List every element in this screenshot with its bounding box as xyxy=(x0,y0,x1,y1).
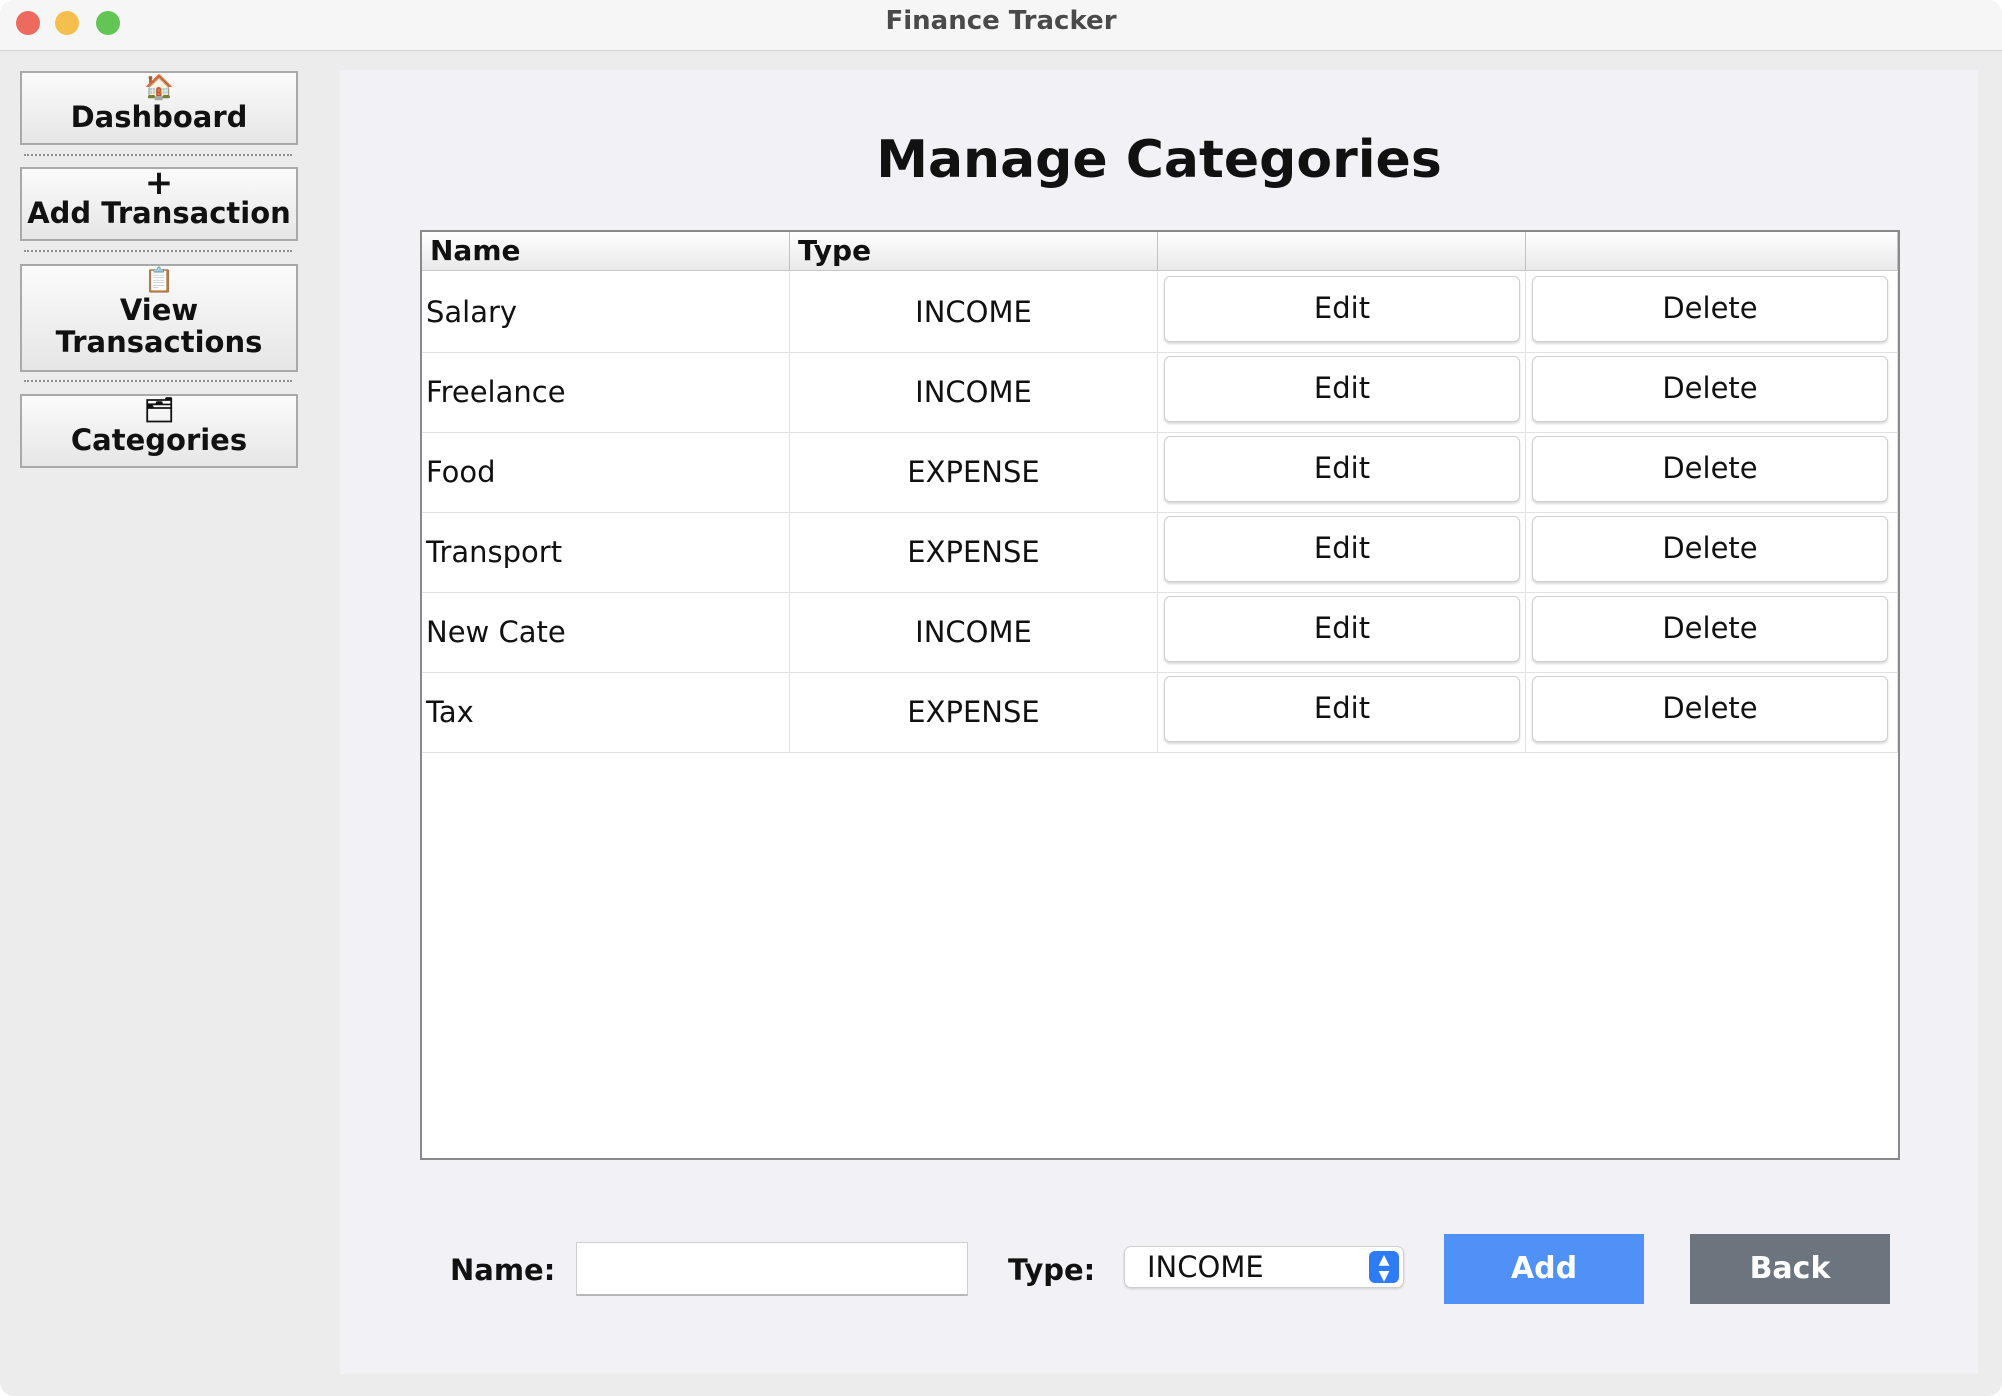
nav-view-transactions-label-line2: Transactions xyxy=(55,325,263,359)
delete-button[interactable]: Delete xyxy=(1532,436,1888,502)
nav-categories-label: Categories xyxy=(70,423,248,457)
table-row[interactable]: Transport EXPENSE Edit Delete xyxy=(422,512,1898,593)
edit-cell: Edit xyxy=(1158,352,1526,432)
edit-button[interactable]: Edit xyxy=(1164,276,1520,342)
column-header-edit[interactable] xyxy=(1158,232,1526,270)
table-row[interactable]: New Cate INCOME Edit Delete xyxy=(422,592,1898,673)
nav-add-transaction-label: Add Transaction xyxy=(27,196,291,230)
delete-cell: Delete xyxy=(1526,592,1898,672)
delete-cell: Delete xyxy=(1526,272,1898,352)
category-name-input[interactable] xyxy=(576,1242,968,1296)
edit-cell: Edit xyxy=(1158,272,1526,352)
edit-button[interactable]: Edit xyxy=(1164,436,1520,502)
category-type-cell[interactable]: INCOME xyxy=(790,272,1158,352)
category-name-cell[interactable]: Transport xyxy=(422,512,790,592)
nav-dashboard-button[interactable]: 🏠 Dashboard xyxy=(20,71,298,145)
category-type-cell[interactable]: INCOME xyxy=(790,592,1158,672)
updown-chevron-icon: ▲ ▼ xyxy=(1369,1251,1399,1283)
delete-button[interactable]: Delete xyxy=(1532,596,1888,662)
delete-cell: Delete xyxy=(1526,352,1898,432)
category-name-cell[interactable]: Food xyxy=(422,432,790,512)
delete-cell: Delete xyxy=(1526,432,1898,512)
category-name-cell[interactable]: New Cate xyxy=(422,592,790,672)
delete-button[interactable]: Delete xyxy=(1532,356,1888,422)
column-header-name[interactable]: Name xyxy=(422,232,790,270)
nav-view-transactions-button[interactable]: 📋 View Transactions xyxy=(20,264,298,372)
delete-button[interactable]: Delete xyxy=(1532,276,1888,342)
category-type-cell[interactable]: EXPENSE xyxy=(790,432,1158,512)
edit-cell: Edit xyxy=(1158,592,1526,672)
nav-categories-button[interactable]: 🗂 Categories xyxy=(20,394,298,468)
nav-dashboard-label: Dashboard xyxy=(70,100,248,134)
sidebar: 🏠 Dashboard + Add Transaction 📋 View Tra… xyxy=(0,51,318,1396)
folder-icon: 🗂 xyxy=(143,396,175,424)
category-type-cell[interactable]: EXPENSE xyxy=(790,672,1158,752)
sidebar-divider xyxy=(24,250,292,252)
edit-button[interactable]: Edit xyxy=(1164,516,1520,582)
sidebar-divider xyxy=(24,154,292,156)
delete-button[interactable]: Delete xyxy=(1532,676,1888,742)
nav-add-transaction-button[interactable]: + Add Transaction xyxy=(20,163,298,241)
table-row[interactable]: Tax EXPENSE Edit Delete xyxy=(422,672,1898,753)
type-label: Type: xyxy=(1008,1253,1096,1287)
main-content: Manage Categories Name Type Salary INCOM… xyxy=(340,70,1978,1374)
window-title: Finance Tracker xyxy=(885,6,1117,36)
type-select-value: INCOME xyxy=(1147,1250,1264,1284)
category-type-cell[interactable]: INCOME xyxy=(790,352,1158,432)
edit-button[interactable]: Edit xyxy=(1164,596,1520,662)
category-name-cell[interactable]: Salary xyxy=(422,272,790,352)
title-bar: Finance Tracker xyxy=(0,0,2002,51)
delete-button[interactable]: Delete xyxy=(1532,516,1888,582)
name-label: Name: xyxy=(450,1253,556,1287)
delete-cell: Delete xyxy=(1526,672,1898,752)
app-window: Finance Tracker 🏠 Dashboard + Add Transa… xyxy=(0,0,2002,1396)
delete-cell: Delete xyxy=(1526,512,1898,592)
back-button[interactable]: Back xyxy=(1690,1234,1890,1304)
category-type-select[interactable]: INCOME ▲ ▼ xyxy=(1124,1246,1404,1288)
plus-icon: + xyxy=(144,163,174,203)
edit-cell: Edit xyxy=(1158,672,1526,752)
edit-cell: Edit xyxy=(1158,432,1526,512)
page-title: Manage Categories xyxy=(876,130,1442,190)
column-header-type[interactable]: Type xyxy=(790,232,1158,270)
table-row[interactable]: Food EXPENSE Edit Delete xyxy=(422,432,1898,513)
table-header: Name Type xyxy=(422,232,1898,271)
table-row[interactable]: Salary INCOME Edit Delete xyxy=(422,272,1898,353)
category-name-cell[interactable]: Freelance xyxy=(422,352,790,432)
house-icon: 🏠 xyxy=(144,73,174,101)
category-name-cell[interactable]: Tax xyxy=(422,672,790,752)
edit-button[interactable]: Edit xyxy=(1164,676,1520,742)
nav-view-transactions-label-line1: View xyxy=(119,293,199,327)
add-category-button[interactable]: Add xyxy=(1444,1234,1644,1304)
edit-cell: Edit xyxy=(1158,512,1526,592)
column-header-delete[interactable] xyxy=(1526,232,1898,270)
sidebar-divider xyxy=(24,380,292,382)
category-type-cell[interactable]: EXPENSE xyxy=(790,512,1158,592)
table-row[interactable]: Freelance INCOME Edit Delete xyxy=(422,352,1898,433)
edit-button[interactable]: Edit xyxy=(1164,356,1520,422)
categories-table: Name Type Salary INCOME Edit Delete Free… xyxy=(420,230,1900,1160)
clipboard-icon: 📋 xyxy=(144,266,174,294)
